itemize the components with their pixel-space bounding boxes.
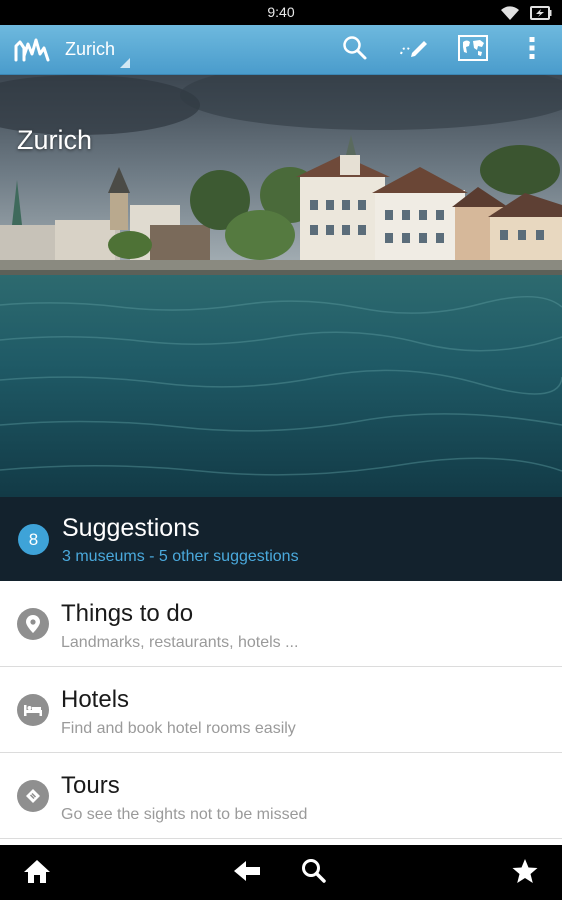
status-bar: 9:40 xyxy=(0,0,562,25)
overflow-menu-icon xyxy=(528,35,536,66)
world-map-icon xyxy=(458,34,488,66)
home-icon xyxy=(23,858,51,889)
edit-pencil-icon xyxy=(398,36,430,65)
back-icon xyxy=(232,859,262,888)
suggestions-subtitle: 3 museums - 5 other suggestions xyxy=(62,548,299,565)
suggestions-title: Suggestions xyxy=(62,514,200,542)
battery-icon xyxy=(530,6,552,25)
list-item-things-to-do[interactable]: Things to do Landmarks, restaurants, hot… xyxy=(0,581,562,667)
hero-image: Zurich xyxy=(0,75,562,497)
edit-button[interactable] xyxy=(397,33,431,67)
wifi-icon xyxy=(500,5,520,26)
suggestions-banner[interactable]: 8 Suggestions 3 museums - 5 other sugges… xyxy=(0,497,562,581)
list-item-subtitle: Landmarks, restaurants, hotels ... xyxy=(61,634,299,651)
list-item-title: Hotels xyxy=(61,686,130,713)
suggestions-count-badge: 8 xyxy=(18,524,49,555)
location-pin-icon xyxy=(17,608,49,640)
search-button[interactable] xyxy=(338,33,372,67)
favorites-button[interactable] xyxy=(507,855,543,891)
overflow-menu-button[interactable] xyxy=(515,33,549,67)
list-item-subtitle: Find and book hotel rooms easily xyxy=(61,720,296,737)
list-item-title: Things to do xyxy=(61,600,194,627)
menu-list: Things to do Landmarks, restaurants, hot… xyxy=(0,581,562,845)
list-item-hotels[interactable]: Hotels Find and book hotel rooms easily xyxy=(0,667,562,753)
hero-title: Zurich xyxy=(17,125,93,155)
spinner-indicator-icon xyxy=(120,58,130,68)
search-icon xyxy=(342,35,368,66)
star-icon xyxy=(511,857,539,890)
city-spinner[interactable]: Zurich xyxy=(65,25,135,75)
status-icons xyxy=(500,5,552,26)
list-item-subtitle: Go see the sights not to be missed xyxy=(61,806,308,823)
ticket-icon xyxy=(17,780,49,812)
list-item-title: Tours xyxy=(61,772,120,799)
city-label: Zurich xyxy=(65,39,116,59)
home-button[interactable] xyxy=(19,855,55,891)
navigation-bar xyxy=(0,845,562,900)
app-logo-icon[interactable] xyxy=(14,36,50,64)
nav-search-button[interactable] xyxy=(296,855,332,891)
map-button[interactable] xyxy=(456,33,490,67)
list-item-tours[interactable]: Tours Go see the sights not to be missed xyxy=(0,753,562,839)
bed-icon xyxy=(17,694,49,726)
search-icon xyxy=(301,858,327,889)
back-button[interactable] xyxy=(229,855,265,891)
action-bar: Zurich xyxy=(0,25,562,75)
status-time: 9:40 xyxy=(267,4,295,20)
